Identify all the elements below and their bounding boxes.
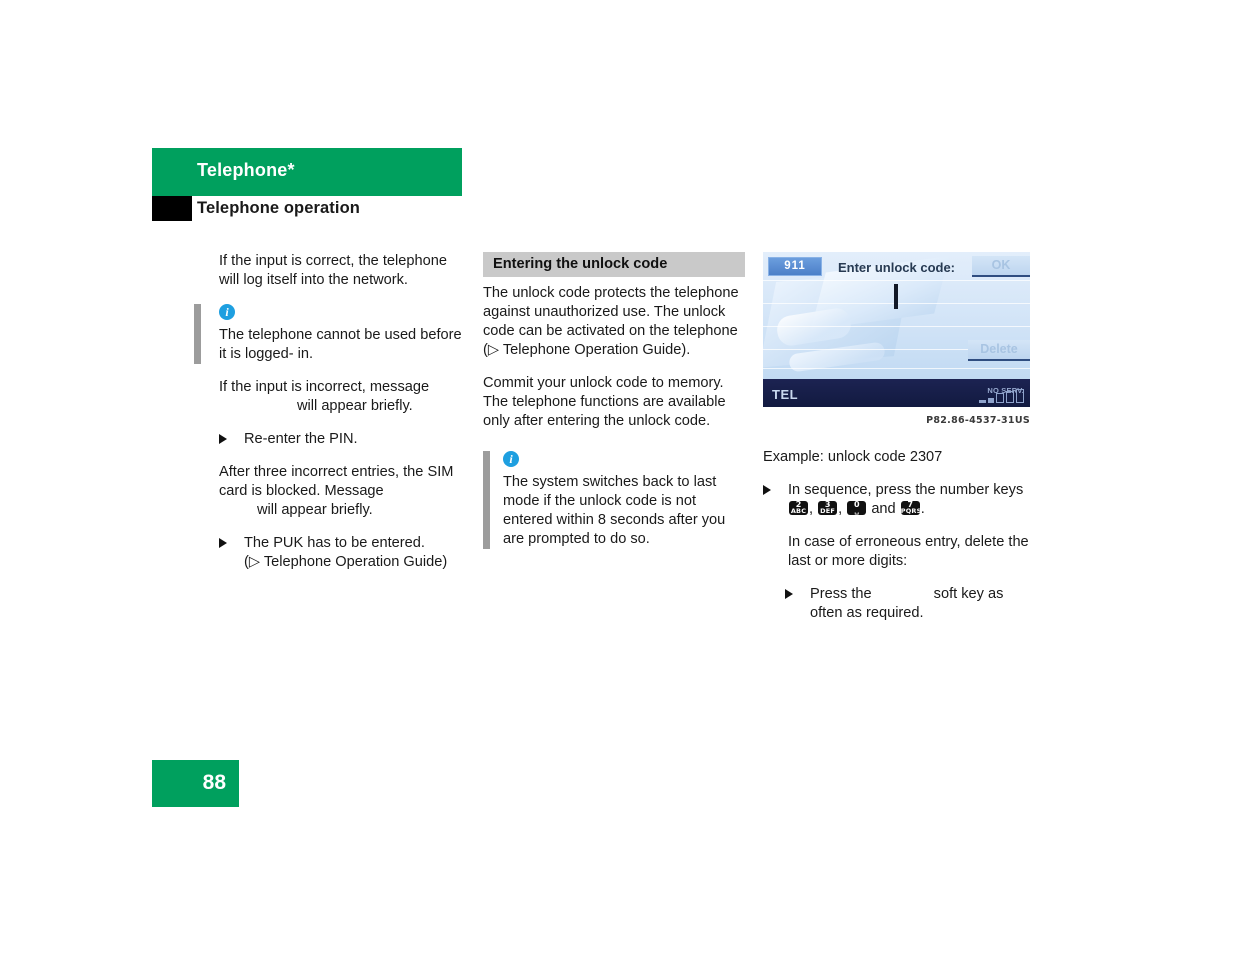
middle-paragraph-1: The unlock code protects the telephone a… xyxy=(483,285,739,358)
signal-strength-icon xyxy=(979,389,1024,403)
chapter-title: Telephone* xyxy=(197,160,295,180)
chapter-header-band: Telephone* xyxy=(152,148,462,196)
bullet-arrow-icon xyxy=(763,485,771,495)
left-paragraph-2-text-b: will appear briefly. xyxy=(297,398,413,414)
right-column: Enter unlock code: 911 OK Delete TEL NO … xyxy=(763,252,1030,637)
left-bullet-2: The PUK has to be entered. (▷ Telephone … xyxy=(219,534,466,572)
note-accent-bar xyxy=(483,451,490,549)
left-paragraph-2-line-b: will appear briefly. xyxy=(219,397,466,416)
subsection-heading: Entering the unlock code xyxy=(483,252,745,277)
left-paragraph-2-line-a: If the input is incorrect, message xyxy=(219,379,430,395)
info-icon: i xyxy=(503,451,519,467)
info-icon: i xyxy=(219,304,235,320)
emergency-call-button[interactable]: 911 xyxy=(768,257,822,276)
left-bullet-1: Re-enter the PIN. xyxy=(219,430,466,449)
right-bullet-2: Press the soft key as often as required. xyxy=(763,585,1030,623)
section-marker-block xyxy=(152,196,192,221)
left-paragraph-2: If the input is incorrect, message will … xyxy=(219,378,466,416)
left-paragraph-1: If the input is correct, the telephone w… xyxy=(219,253,447,288)
keypad-key-7-icon: 7 PQRS xyxy=(900,501,920,515)
display-softkey-delete[interactable]: Delete xyxy=(968,340,1030,361)
text-entry-cursor xyxy=(894,284,898,309)
left-paragraph-3-line-b: will appear briefly. xyxy=(219,501,466,520)
keycap-letters: DEF xyxy=(820,507,836,515)
right-bullet-1-text: In sequence, press the number keys xyxy=(788,482,1024,498)
keycap-letters: ABC xyxy=(790,507,807,515)
middle-paragraph-2: Commit your unlock code to memory. The t… xyxy=(483,375,726,429)
left-paragraph-3-line-a: After three incorrect entries, the SIM c… xyxy=(219,464,454,499)
left-paragraph-3: After three incorrect entries, the SIM c… xyxy=(219,463,466,520)
key-conjunction: and xyxy=(871,501,896,517)
right-paragraph-1: In case of erroneous entry, delete the l… xyxy=(788,534,1029,569)
keycap-letters: PQRS xyxy=(900,507,920,515)
left-bullet-2-subtext: (▷ Telephone Operation Guide) xyxy=(244,554,448,570)
keycap-letters: ␣ xyxy=(854,507,860,515)
key-sentence-end: . xyxy=(920,501,925,517)
keypad-key-2-icon: 2 ABC xyxy=(789,501,808,515)
right-bullet-2-text-a: Press the xyxy=(810,586,872,602)
section-title: Telephone operation xyxy=(197,199,360,217)
info-note-middle: i The system switches back to last mode … xyxy=(483,451,745,549)
left-bullet-1-text: Re-enter the PIN. xyxy=(244,431,358,447)
middle-column: Entering the unlock code The unlock code… xyxy=(483,252,745,563)
section-header-row: Telephone operation xyxy=(152,196,462,224)
right-bullet-1: In sequence, press the number keys 2 ABC,… xyxy=(763,481,1030,519)
page-number: 88 xyxy=(202,771,226,794)
figure-caption-code: P82.86-4537-31US xyxy=(926,415,1030,426)
display-row-divider xyxy=(763,280,1030,281)
display-softkey-ok[interactable]: OK xyxy=(972,256,1030,277)
info-note-middle-text: The system switches back to last mode if… xyxy=(503,474,726,547)
left-paragraph-3-text-b: will appear briefly. xyxy=(257,502,373,518)
display-status-bar: TEL NO SERV. xyxy=(763,379,1030,407)
head-unit-display-screenshot: Enter unlock code: 911 OK Delete TEL NO … xyxy=(763,252,1030,407)
key-separator-2: , xyxy=(838,501,843,517)
bullet-arrow-icon xyxy=(219,434,227,444)
left-bullet-2-text: The PUK has to be entered. xyxy=(244,535,425,551)
bullet-arrow-icon xyxy=(785,589,793,599)
info-note-left-text: The telephone cannot be used before it i… xyxy=(219,327,462,362)
keypad-key-0-icon: 0 ␣ xyxy=(847,501,867,515)
display-mode-label: TEL xyxy=(772,387,799,402)
display-row-divider xyxy=(763,368,1030,369)
right-example-line: Example: unlock code 2307 xyxy=(763,449,943,465)
bullet-arrow-icon xyxy=(219,538,227,548)
note-accent-bar xyxy=(194,304,201,364)
info-note-left: i The telephone cannot be used before it… xyxy=(194,304,466,364)
display-row-divider xyxy=(763,326,1030,327)
left-column: If the input is correct, the telephone w… xyxy=(194,252,466,586)
key-separator-1: , xyxy=(809,501,814,517)
keypad-key-3-icon: 3 DEF xyxy=(818,501,838,515)
page-number-box: 88 xyxy=(152,760,239,807)
